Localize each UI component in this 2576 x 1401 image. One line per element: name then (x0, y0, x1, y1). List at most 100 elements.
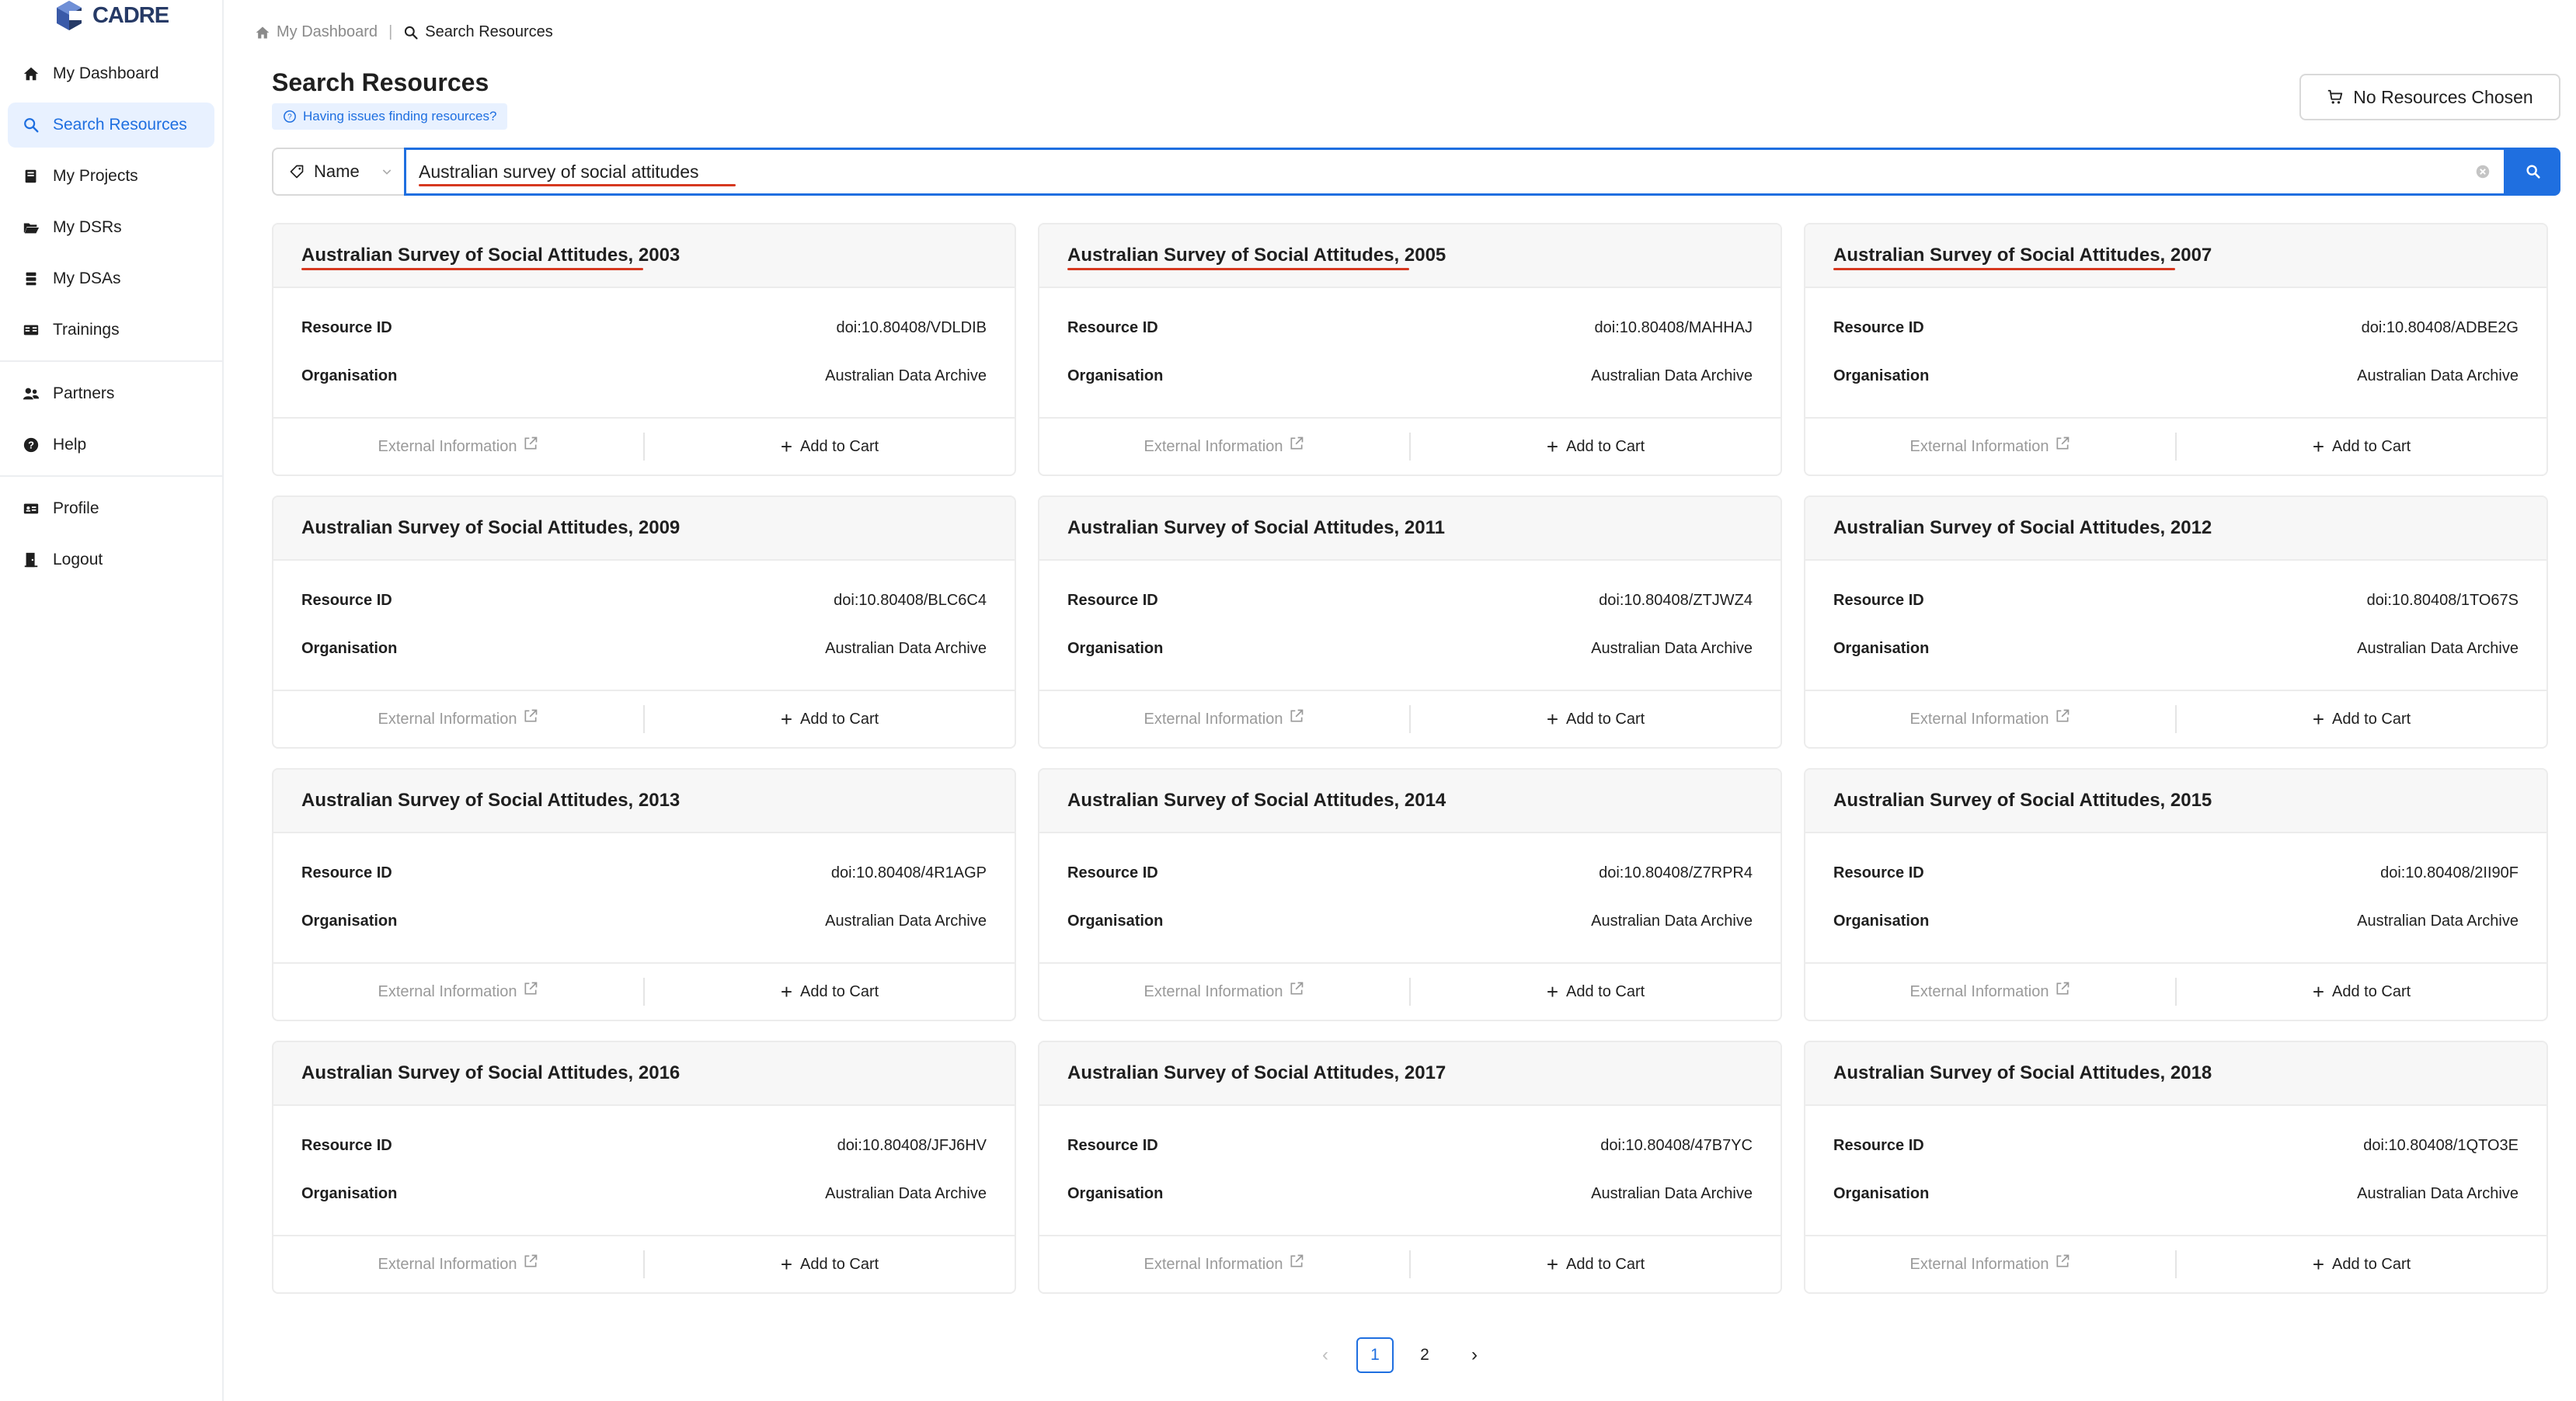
help-finding-resources-link[interactable]: ? Having issues finding resources? (272, 103, 508, 130)
breadcrumb-current: Search Resources (403, 23, 553, 41)
app-logo[interactable]: CADRE (0, 0, 222, 33)
sidebar-item-dashboard[interactable]: My Dashboard (8, 51, 214, 96)
search-input[interactable] (419, 161, 2474, 183)
sidebar: CADRE My Dashboard Search Resources My P… (0, 0, 224, 1401)
external-information-link[interactable]: External Information (273, 978, 643, 1006)
resource-card: Australian Survey of Social Attitudes, 2… (1038, 768, 1782, 1021)
resource-card-body: Resource ID doi:10.80408/2II90F Organisa… (1805, 833, 2546, 962)
breadcrumb-separator: | (388, 23, 393, 40)
external-link-icon (1290, 709, 1304, 722)
external-information-link[interactable]: External Information (1805, 433, 2175, 461)
add-to-cart-button[interactable]: + Add to Cart (643, 978, 1015, 1006)
spellcheck-underline (301, 268, 643, 270)
add-to-cart-label: Add to Cart (1566, 982, 1645, 1000)
resource-card-body: Resource ID doi:10.80408/1QTO3E Organisa… (1805, 1106, 2546, 1235)
organisation-label: Organisation (301, 1184, 398, 1202)
sidebar-item-label: Logout (53, 551, 103, 568)
resource-card: Australian Survey of Social Attitudes, 2… (272, 223, 1016, 476)
resource-title: Australian Survey of Social Attitudes, 2… (1833, 790, 2212, 811)
resource-card-actions: External Information + Add to Cart (1805, 417, 2546, 475)
cart-button-label: No Resources Chosen (2353, 86, 2533, 107)
external-information-label: External Information (378, 982, 517, 1000)
plus-icon: + (780, 1253, 792, 1276)
external-information-link[interactable]: External Information (273, 433, 643, 461)
external-information-link[interactable]: External Information (1039, 1250, 1409, 1278)
add-to-cart-button[interactable]: + Add to Cart (2175, 705, 2546, 733)
breadcrumb: My Dashboard | Search Resources (255, 23, 553, 41)
resource-card-actions: External Information + Add to Cart (273, 1235, 1015, 1292)
add-to-cart-label: Add to Cart (800, 437, 879, 455)
resource-title: Australian Survey of Social Attitudes, 2… (1067, 1062, 1446, 1083)
add-to-cart-button[interactable]: + Add to Cart (2175, 978, 2546, 1006)
resource-title: Australian Survey of Social Attitudes, 2… (1067, 790, 1446, 811)
pagination-page-1[interactable]: 1 (1356, 1337, 1394, 1373)
sidebar-item-projects[interactable]: My Projects (8, 154, 214, 199)
add-to-cart-button[interactable]: + Add to Cart (643, 1250, 1015, 1278)
pagination-page-2[interactable]: 2 (1406, 1337, 1443, 1373)
search-button[interactable] (2506, 148, 2560, 196)
team-icon (22, 384, 40, 403)
resource-card-actions: External Information + Add to Cart (1039, 1235, 1781, 1292)
resource-card-actions: External Information + Add to Cart (1805, 690, 2546, 747)
add-to-cart-label: Add to Cart (1566, 437, 1645, 455)
page-title: Search Resources (272, 68, 489, 96)
clear-icon[interactable] (2474, 163, 2491, 180)
add-to-cart-label: Add to Cart (800, 710, 879, 728)
external-information-link[interactable]: External Information (1805, 978, 2175, 1006)
shopping-cart-icon (2328, 89, 2343, 104)
search-icon (405, 26, 418, 40)
external-information-link[interactable]: External Information (1039, 705, 1409, 733)
read-icon (22, 321, 40, 339)
search-field-select[interactable]: Name (272, 148, 404, 196)
breadcrumb-home[interactable]: My Dashboard (255, 23, 378, 41)
resource-card-body: Resource ID doi:10.80408/47B7YC Organisa… (1039, 1106, 1781, 1235)
sidebar-item-dsrs[interactable]: My DSRs (8, 205, 214, 250)
external-information-link[interactable]: External Information (1039, 978, 1409, 1006)
sidebar-item-dsas[interactable]: My DSAs (8, 256, 214, 301)
add-to-cart-label: Add to Cart (800, 982, 879, 1000)
add-to-cart-button[interactable]: + Add to Cart (643, 705, 1015, 733)
resource-id-label: Resource ID (301, 591, 392, 609)
add-to-cart-button[interactable]: + Add to Cart (1409, 705, 1781, 733)
external-information-link[interactable]: External Information (1039, 433, 1409, 461)
resource-id-label: Resource ID (1833, 591, 1924, 609)
add-to-cart-label: Add to Cart (1566, 1255, 1645, 1273)
add-to-cart-button[interactable]: + Add to Cart (1409, 1250, 1781, 1278)
add-to-cart-label: Add to Cart (2332, 1255, 2411, 1273)
resource-card-title: Australian Survey of Social Attitudes, 2… (1039, 497, 1781, 561)
organisation-value: Australian Data Archive (825, 639, 987, 657)
sidebar-divider (0, 475, 222, 477)
resource-id-label: Resource ID (301, 864, 392, 881)
resource-id-row: Resource ID doi:10.80408/BLC6C4 (301, 576, 987, 624)
sidebar-item-logout[interactable]: Logout (8, 537, 214, 582)
resource-id-value: doi:10.80408/BLC6C4 (834, 591, 987, 609)
resource-title: Australian Survey of Social Attitudes, 2… (1067, 245, 1446, 266)
sidebar-item-trainings[interactable]: Trainings (8, 308, 214, 353)
external-information-link[interactable]: External Information (273, 1250, 643, 1278)
sidebar-item-partners[interactable]: Partners (8, 371, 214, 416)
sidebar-item-search-resources[interactable]: Search Resources (8, 103, 214, 148)
external-information-link[interactable]: External Information (1805, 705, 2175, 733)
organisation-value: Australian Data Archive (1591, 1184, 1753, 1202)
pagination-next-button[interactable]: › (1456, 1337, 1493, 1373)
add-to-cart-button[interactable]: + Add to Cart (2175, 1250, 2546, 1278)
add-to-cart-label: Add to Cart (2332, 710, 2411, 728)
add-to-cart-button[interactable]: + Add to Cart (1409, 978, 1781, 1006)
add-to-cart-button[interactable]: + Add to Cart (1409, 433, 1781, 461)
resource-card-actions: External Information + Add to Cart (1039, 417, 1781, 475)
cadre-logo-icon (56, 1, 82, 30)
external-information-label: External Information (1144, 437, 1283, 455)
external-information-link[interactable]: External Information (1805, 1250, 2175, 1278)
pagination-prev-button[interactable]: ‹ (1307, 1337, 1344, 1373)
sidebar-item-profile[interactable]: Profile (8, 486, 214, 531)
cart-button[interactable]: No Resources Chosen (2299, 74, 2560, 120)
external-link-icon (524, 982, 538, 995)
resource-card: Australian Survey of Social Attitudes, 2… (1038, 223, 1782, 476)
add-to-cart-button[interactable]: + Add to Cart (643, 433, 1015, 461)
sidebar-item-help[interactable]: ? Help (8, 422, 214, 468)
external-information-link[interactable]: External Information (273, 705, 643, 733)
resource-id-row: Resource ID doi:10.80408/1TO67S (1833, 576, 2519, 624)
resource-card-title: Australian Survey of Social Attitudes, 2… (1805, 770, 2546, 833)
add-to-cart-button[interactable]: + Add to Cart (2175, 433, 2546, 461)
external-link-icon (1290, 436, 1304, 450)
